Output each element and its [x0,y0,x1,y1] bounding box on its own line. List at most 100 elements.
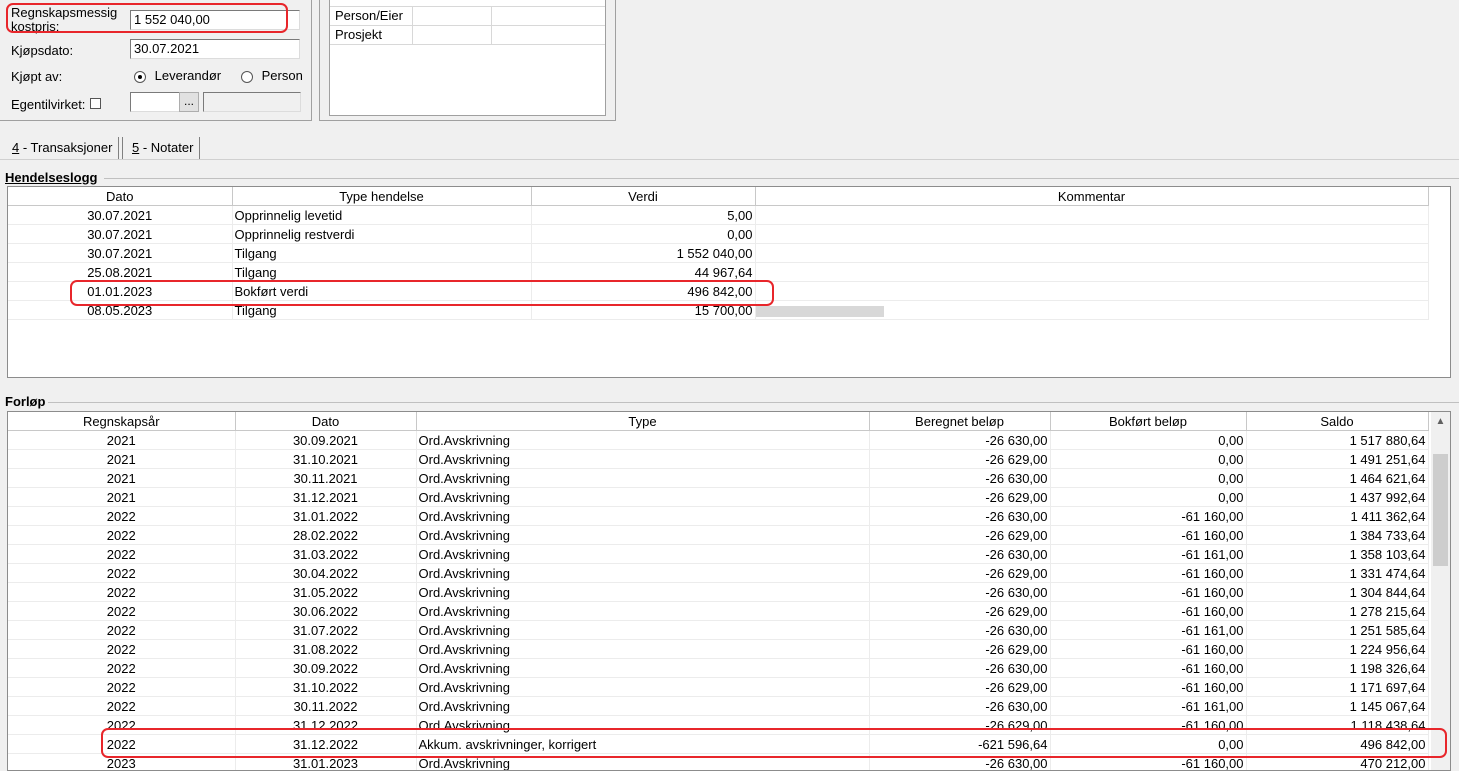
cell-type: Ord.Avskrivning [416,526,869,545]
col-header-type-hendelse[interactable]: Type hendelse [232,187,531,206]
cell-beregnet-belop: -26 629,00 [869,678,1050,697]
table-row[interactable]: 202231.07.2022Ord.Avskrivning-26 630,00-… [8,621,1428,640]
table-row[interactable]: 202231.03.2022Ord.Avskrivning-26 630,00-… [8,545,1428,564]
scrollbar-thumb[interactable] [1433,454,1448,566]
table-row[interactable]: 202131.10.2021Ord.Avskrivning-26 629,000… [8,450,1428,469]
table-row[interactable]: 202130.11.2021Ord.Avskrivning-26 630,000… [8,469,1428,488]
col-header-regnskapsar[interactable]: Regnskapsår [8,412,235,431]
col-header-verdi[interactable]: Verdi [531,187,755,206]
dimensions-row-value[interactable] [412,26,492,44]
cell-bokfort-belop: -61 160,00 [1050,602,1246,621]
radio-leverandor-dot[interactable] [134,71,146,83]
cell-dato: 30.11.2021 [235,469,416,488]
table-row[interactable]: 30.07.2021Tilgang1 552 040,00 [8,244,1428,263]
table-row[interactable]: 202231.12.2022Akkum. avskrivninger, korr… [8,735,1428,754]
egentilvirket-name-input [203,92,301,112]
cell-saldo: 1 304 844,64 [1246,583,1428,602]
table-row[interactable]: 202231.12.2022Ord.Avskrivning-26 629,00-… [8,716,1428,735]
cell-saldo: 1 278 215,64 [1246,602,1428,621]
cell-dato: 31.01.2022 [235,507,416,526]
col-header-kommentar[interactable]: Kommentar [755,187,1428,206]
cell-saldo: 1 437 992,64 [1246,488,1428,507]
dimensions-row-label: Prosjekt [335,27,382,42]
dimensions-row-partial [330,0,605,7]
tab-transaksjoner[interactable]: 4 - Transaksjoner [6,137,119,159]
col-header-beregnet-belop[interactable]: Beregnet beløp [869,412,1050,431]
cell-beregnet-belop: -26 630,00 [869,507,1050,526]
cell-bokfort-belop: 0,00 [1050,431,1246,450]
cell-bokfort-belop: 0,00 [1050,469,1246,488]
cell-regnskapsar: 2022 [8,640,235,659]
table-row[interactable]: 202331.01.2023Ord.Avskrivning-26 630,00-… [8,754,1428,771]
table-row[interactable]: 30.07.2021Opprinnelig restverdi0,00 [8,225,1428,244]
cell-dato: 31.12.2021 [235,488,416,507]
cell-saldo: 1 491 251,64 [1246,450,1428,469]
hendelseslogg-blurred-comment [756,306,884,317]
scroll-up-arrow-icon[interactable]: ▲ [1431,412,1450,431]
cell-type: Akkum. avskrivninger, korrigert [416,735,869,754]
cell-type: Ord.Avskrivning [416,678,869,697]
cell-type-hendelse: Tilgang [232,244,531,263]
cell-type: Ord.Avskrivning [416,431,869,450]
cell-regnskapsar: 2022 [8,602,235,621]
forlop-scrollbar[interactable]: ▲ [1431,412,1450,771]
table-row[interactable]: 202231.08.2022Ord.Avskrivning-26 629,00-… [8,640,1428,659]
tab-notater[interactable]: 5 - Notater [126,137,200,159]
col-header-saldo[interactable]: Saldo [1246,412,1428,431]
cell-regnskapsar: 2021 [8,488,235,507]
cell-beregnet-belop: -26 630,00 [869,469,1050,488]
cell-kommentar [755,244,1428,263]
cell-regnskapsar: 2022 [8,735,235,754]
col-header-type[interactable]: Type [416,412,869,431]
table-row[interactable]: 202230.11.2022Ord.Avskrivning-26 630,00-… [8,697,1428,716]
radio-person-dot[interactable] [241,71,253,83]
forlop-table: Regnskapsår Dato Type Beregnet beløp Bok… [8,412,1429,771]
forlop-header-row: Regnskapsår Dato Type Beregnet beløp Bok… [8,412,1428,431]
table-row[interactable]: 01.01.2023Bokført verdi496 842,00 [8,282,1428,301]
dimensions-row[interactable]: Person/Eier [330,7,605,26]
egentilvirket-checkbox[interactable] [90,98,101,109]
cell-regnskapsar: 2022 [8,507,235,526]
radio-leverandor[interactable]: Leverandør [134,68,221,83]
cell-regnskapsar: 2022 [8,659,235,678]
radio-person[interactable]: Person [241,68,303,83]
cell-saldo: 1 517 880,64 [1246,431,1428,450]
table-row[interactable]: 202231.10.2022Ord.Avskrivning-26 629,00-… [8,678,1428,697]
cell-verdi: 15 700,00 [531,301,755,320]
cell-dato: 31.10.2022 [235,678,416,697]
cell-saldo: 1 251 585,64 [1246,621,1428,640]
table-row[interactable]: 202230.06.2022Ord.Avskrivning-26 629,00-… [8,602,1428,621]
kostpris-label: Regnskapsmessig kostpris: [11,6,123,34]
table-row[interactable]: 202230.04.2022Ord.Avskrivning-26 629,00-… [8,564,1428,583]
kostpris-input[interactable]: 1 552 040,00 [130,10,300,30]
table-row[interactable]: 08.05.2023Tilgang15 700,00 [8,301,1428,320]
col-header-dato[interactable]: Dato [8,187,232,206]
egentilvirket-code-input[interactable] [130,92,180,112]
table-row[interactable]: 202131.12.2021Ord.Avskrivning-26 629,000… [8,488,1428,507]
cell-bokfort-belop: -61 160,00 [1050,507,1246,526]
kjopsdato-input[interactable]: 30.07.2021 [130,39,300,59]
cell-type: Ord.Avskrivning [416,488,869,507]
cell-saldo: 1 411 362,64 [1246,507,1428,526]
cell-dato: 28.02.2022 [235,526,416,545]
cell-dato: 30.04.2022 [235,564,416,583]
table-row[interactable]: 202231.05.2022Ord.Avskrivning-26 630,00-… [8,583,1428,602]
dimensions-row-value[interactable] [412,7,492,25]
radio-leverandor-label: Leverandør [155,68,221,83]
tab-bar-line [0,159,1459,160]
table-row[interactable]: 202228.02.2022Ord.Avskrivning-26 629,00-… [8,526,1428,545]
table-row[interactable]: 25.08.2021Tilgang44 967,64 [8,263,1428,282]
cell-kommentar [755,206,1428,225]
dimensions-row[interactable]: Prosjekt [330,26,605,45]
browse-button[interactable]: ... [179,92,199,112]
egentilvirket-label: Egentilvirket: [11,97,85,112]
cell-verdi: 496 842,00 [531,282,755,301]
table-row[interactable]: 202231.01.2022Ord.Avskrivning-26 630,00-… [8,507,1428,526]
cell-saldo: 470 212,00 [1246,754,1428,771]
table-row[interactable]: 202130.09.2021Ord.Avskrivning-26 630,000… [8,431,1428,450]
col-header-dato[interactable]: Dato [235,412,416,431]
cell-kommentar [755,263,1428,282]
table-row[interactable]: 202230.09.2022Ord.Avskrivning-26 630,00-… [8,659,1428,678]
col-header-bokfort-belop[interactable]: Bokført beløp [1050,412,1246,431]
table-row[interactable]: 30.07.2021Opprinnelig levetid5,00 [8,206,1428,225]
